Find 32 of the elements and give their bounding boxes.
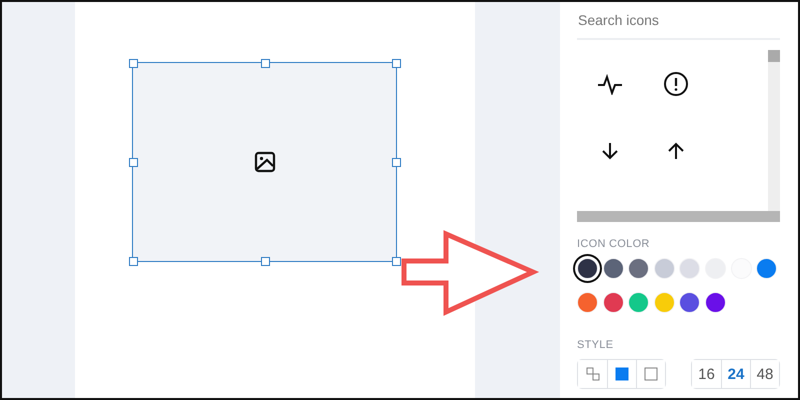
color-swatch[interactable] <box>628 258 650 279</box>
resize-handle[interactable] <box>129 257 138 266</box>
arrow-up-icon[interactable] <box>666 140 686 160</box>
color-swatch[interactable] <box>628 292 650 313</box>
resize-handle[interactable] <box>392 257 401 266</box>
scrollbar[interactable] <box>577 211 780 222</box>
alert-icon[interactable] <box>663 70 689 96</box>
section-label: STYLE <box>577 339 614 351</box>
color-swatch[interactable] <box>602 258 624 279</box>
resize-handle[interactable] <box>129 59 138 68</box>
image-icon <box>252 150 276 174</box>
arrow-down-icon[interactable] <box>600 140 620 160</box>
color-swatch[interactable] <box>756 258 778 279</box>
image-frame[interactable] <box>132 62 397 262</box>
square-icon <box>615 367 629 381</box>
resize-handle[interactable] <box>129 158 138 167</box>
resize-handle[interactable] <box>392 59 401 68</box>
color-swatch[interactable] <box>654 292 675 313</box>
color-swatch[interactable] <box>577 292 598 313</box>
square-icon <box>644 367 658 381</box>
section-label: ICON COLOR <box>577 238 651 250</box>
pulse-icon[interactable] <box>597 72 623 94</box>
color-swatch[interactable] <box>602 292 624 313</box>
size-button[interactable]: 48 <box>750 360 779 388</box>
color-swatch[interactable] <box>654 258 675 279</box>
style-button[interactable] <box>636 360 665 388</box>
color-swatch[interactable] <box>679 258 700 279</box>
shapes-icon <box>586 367 600 381</box>
scrollbar[interactable] <box>768 50 780 211</box>
color-swatch[interactable] <box>679 292 700 313</box>
resize-handle[interactable] <box>392 158 401 167</box>
color-swatch[interactable] <box>704 292 726 313</box>
